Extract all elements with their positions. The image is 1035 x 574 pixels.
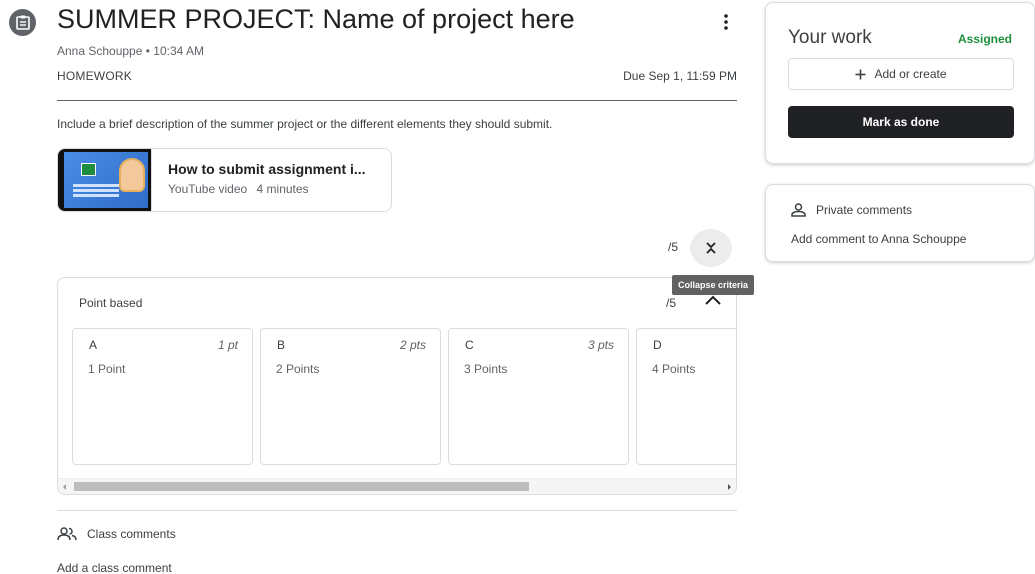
rubric-level-b[interactable]: B 2 pts 2 Points <box>260 328 441 465</box>
comments-divider <box>57 510 737 511</box>
assignment-page: SUMMER PROJECT: Name of project here Ann… <box>0 0 1035 574</box>
class-comments-label: Class comments <box>87 527 176 541</box>
add-private-comment-link[interactable]: Add comment to Anna Schouppe <box>791 232 966 246</box>
level-description: 3 Points <box>464 362 508 376</box>
mark-as-done-button[interactable]: Mark as done <box>788 106 1014 138</box>
plus-icon <box>855 69 866 79</box>
rubric-level-a[interactable]: A 1 pt 1 Point <box>72 328 253 465</box>
scroll-right-icon[interactable] <box>728 484 731 490</box>
more-vert-icon[interactable] <box>714 10 738 34</box>
rubric-level-c[interactable]: C 3 pts 3 Points <box>448 328 629 465</box>
level-points: 1 pt <box>217 338 238 352</box>
points-total: /5 <box>668 240 679 254</box>
criterion-title: Point based <box>79 296 143 310</box>
assignment-category: HOMEWORK <box>57 69 132 83</box>
attachment-title: How to submit assignment i... <box>168 161 366 177</box>
level-description: 4 Points <box>652 362 696 376</box>
due-date: Due Sep 1, 11:59 PM <box>623 69 737 83</box>
your-work-card: Your work Assigned Add or create Mark as… <box>765 2 1035 164</box>
classroom-logo-icon <box>81 163 96 176</box>
criterion-score: /5 <box>666 296 677 310</box>
private-comments-label: Private comments <box>816 203 913 217</box>
your-work-title: Your work <box>788 27 872 48</box>
rubric-levels: A 1 pt 1 Point B 2 pts 2 Points C 3 pts … <box>72 328 736 465</box>
add-or-create-label: Add or create <box>874 67 947 81</box>
level-name: D <box>653 338 662 352</box>
level-description: 2 Points <box>276 362 320 376</box>
scroll-left-icon[interactable] <box>63 484 66 490</box>
video-attachment[interactable]: How to submit assignment i... YouTube vi… <box>57 148 392 212</box>
add-class-comment-link[interactable]: Add a class comment <box>57 561 172 574</box>
page-title: SUMMER PROJECT: Name of project here <box>57 4 575 34</box>
status-badge: Assigned <box>957 32 1012 46</box>
author-byline: Anna Schouppe • 10:34 AM <box>57 44 204 58</box>
video-thumbnail <box>58 149 152 211</box>
level-name: C <box>465 338 474 352</box>
assignment-icon <box>9 9 36 36</box>
collapse-criteria-tooltip: Collapse criteria <box>672 275 755 295</box>
attachment-duration: 4 minutes <box>256 182 309 196</box>
scrollbar-thumb[interactable] <box>74 482 529 491</box>
horizontal-scrollbar[interactable] <box>58 478 736 494</box>
add-or-create-button[interactable]: Add or create <box>788 58 1014 90</box>
attachment-type: YouTube video <box>168 182 248 196</box>
collapse-all-icon <box>706 242 716 254</box>
class-comments-header: Class comments <box>57 527 176 541</box>
level-points: 2 pts <box>399 338 426 352</box>
person-icon <box>791 203 806 217</box>
header-divider <box>57 100 737 101</box>
people-icon <box>57 527 77 541</box>
private-comments-header: Private comments <box>791 203 912 217</box>
rubric-criterion-card: Point based /5 A 1 pt 1 Point B 2 pts 2 … <box>57 277 737 495</box>
level-name: B <box>277 338 286 352</box>
rubric-level-d[interactable]: D 4 Points <box>636 328 736 465</box>
assignment-description: Include a brief description of the summe… <box>57 117 553 131</box>
avatar <box>119 158 145 192</box>
collapse-criteria-button[interactable] <box>690 229 732 267</box>
level-description: 1 Point <box>88 362 126 376</box>
level-points: 3 pts <box>587 338 614 352</box>
private-comments-card: Private comments Add comment to Anna Sch… <box>765 184 1035 262</box>
level-name: A <box>89 338 98 352</box>
chevron-up-icon[interactable] <box>704 293 722 307</box>
